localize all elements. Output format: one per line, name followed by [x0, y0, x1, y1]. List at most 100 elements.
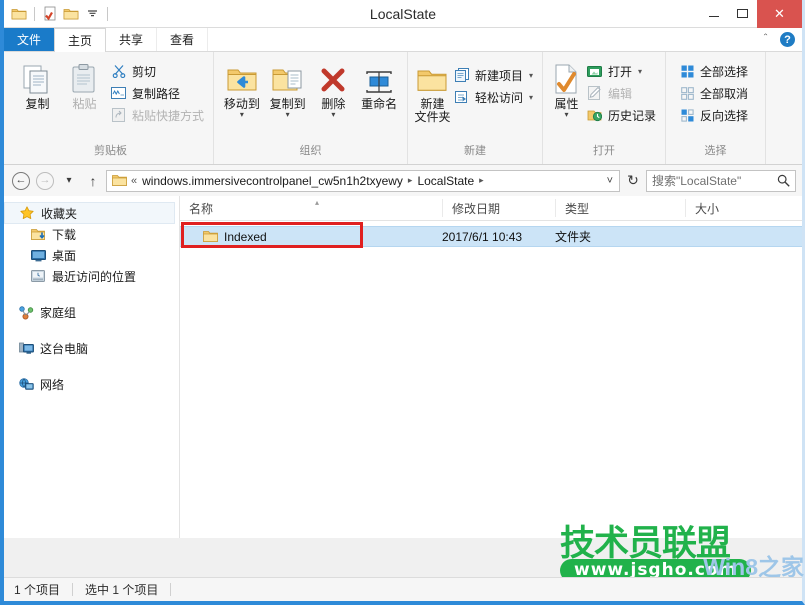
help-icon[interactable]: ?: [780, 32, 795, 47]
file-rows: Indexed 2017/6/1 10:43 文件夹: [180, 221, 802, 538]
refresh-icon: ↻: [627, 172, 639, 188]
tab-view[interactable]: 查看: [157, 28, 209, 51]
chevron-down-icon: ▾: [638, 66, 643, 76]
easy-access-button[interactable]: 轻松访问 ▾: [451, 87, 536, 107]
easy-access-label: 轻松访问: [474, 90, 523, 105]
breadcrumb-separator-icon-2[interactable]: ▸: [479, 175, 484, 186]
status-selected-count: 选中 1 个项目: [85, 583, 159, 597]
search-icon[interactable]: [777, 174, 790, 187]
recent-locations-button[interactable]: ▾: [58, 170, 80, 192]
sidebar-item-homegroup[interactable]: 家庭组: [4, 302, 179, 323]
history-icon: [587, 107, 603, 123]
refresh-button[interactable]: ↻: [622, 170, 644, 192]
sidebar-label-homegroup: 家庭组: [40, 306, 77, 320]
folder-icon[interactable]: [10, 5, 28, 23]
chevron-down-icon: ▾: [528, 70, 533, 80]
explorer-window: LocalState ✕ 文件 主页 共享 查看 ＾ ? 复制 粘贴 剪切 复制…: [0, 0, 805, 605]
column-label-type: 类型: [565, 201, 590, 216]
sidebar-label-favorites: 收藏夹: [41, 206, 78, 221]
history-button[interactable]: 历史记录: [584, 105, 659, 125]
cut-label: 剪切: [131, 64, 156, 79]
clipboard-small-commands: 剪切 复制路径 粘贴快捷方式: [108, 57, 207, 125]
column-header-type[interactable]: 类型: [555, 199, 685, 217]
chevron-down-icon: ▾: [564, 110, 569, 119]
move-to-icon: [225, 61, 259, 95]
sidebar-item-desktop[interactable]: 桌面: [4, 245, 179, 266]
forward-button[interactable]: →: [34, 170, 56, 192]
breadcrumb-separator-icon[interactable]: ▸: [408, 175, 413, 186]
maximize-button[interactable]: [728, 0, 757, 28]
copy-button[interactable]: 复制: [14, 57, 61, 111]
invert-selection-button[interactable]: 反向选择: [676, 105, 751, 125]
breadcrumb-overflow-icon[interactable]: «: [131, 175, 137, 187]
breadcrumb-bar[interactable]: « windows.immersivecontrolpanel_cw5n1h2t…: [106, 169, 620, 192]
new-small-commands: 新建项目 ▾ 轻松访问 ▾: [451, 57, 536, 107]
tab-share[interactable]: 共享: [106, 28, 158, 51]
rename-button[interactable]: 重命名: [357, 57, 401, 111]
open-button[interactable]: 打开 ▾: [584, 61, 659, 81]
column-header-size[interactable]: 大小: [685, 199, 765, 217]
sidebar-item-favorites[interactable]: 收藏夹: [4, 202, 175, 224]
address-dropdown-icon[interactable]: ˅: [607, 175, 613, 187]
delete-button[interactable]: 删除 ▾: [312, 57, 356, 119]
chevron-down-icon: ▾: [285, 110, 290, 119]
tab-home[interactable]: 主页: [54, 28, 107, 52]
breadcrumb-folder-icon: [110, 174, 129, 187]
back-button[interactable]: ←: [10, 170, 32, 192]
sidebar-item-this-pc[interactable]: 这台电脑: [4, 338, 179, 359]
new-item-icon: [454, 67, 470, 83]
close-icon: ✕: [774, 6, 785, 21]
column-label-name: 名称: [189, 201, 214, 216]
cell-modified: 2017/6/1 10:43: [442, 229, 523, 244]
edit-button[interactable]: 编辑: [584, 83, 659, 103]
paste-label: 粘贴: [72, 97, 97, 111]
properties-button[interactable]: 属性 ▾: [549, 57, 584, 119]
file-name: Indexed: [224, 229, 267, 244]
paste-button[interactable]: 粘贴: [61, 57, 108, 111]
search-input[interactable]: 搜索"LocalState": [652, 172, 777, 189]
copy-to-button[interactable]: 复制到 ▾: [266, 57, 310, 119]
new-folder-icon[interactable]: [41, 5, 59, 23]
close-button[interactable]: ✕: [757, 0, 802, 28]
content-area: 收藏夹 下载 桌面 最近访问的位置 家庭组 这台电脑 网络 名称 修改日期 类型…: [4, 196, 802, 538]
status-item-count: 1 个项目: [14, 583, 61, 597]
sort-ascending-icon: ▴: [315, 198, 320, 207]
select-all-button[interactable]: 全部选择: [676, 61, 751, 81]
collapse-ribbon-icon[interactable]: ＾: [760, 32, 771, 48]
ribbon-group-select: 全部选择 全部取消 反向选择 选择: [666, 52, 766, 164]
group-label-clipboard: 剪贴板: [94, 145, 127, 157]
breadcrumb-item-package[interactable]: windows.immersivecontrolpanel_cw5n1h2txy…: [139, 174, 406, 188]
sidebar-item-network[interactable]: 网络: [4, 374, 179, 395]
select-none-button[interactable]: 全部取消: [676, 83, 751, 103]
quick-access-dropdown-icon[interactable]: [83, 5, 101, 23]
paste-shortcut-button[interactable]: 粘贴快捷方式: [108, 105, 207, 125]
tab-file[interactable]: 文件: [4, 28, 55, 51]
downloads-icon: [30, 227, 46, 243]
new-folder-button[interactable]: 新建 文件夹: [414, 57, 451, 124]
folder-properties-icon[interactable]: [62, 5, 80, 23]
sidebar-item-recent-places[interactable]: 最近访问的位置: [4, 266, 179, 287]
navigation-pane: 收藏夹 下载 桌面 最近访问的位置 家庭组 这台电脑 网络: [4, 196, 180, 538]
breadcrumb-item-localstate[interactable]: LocalState: [414, 174, 477, 188]
copy-path-label: 复制路径: [131, 86, 180, 101]
this-pc-icon: [18, 341, 34, 357]
column-label-size: 大小: [695, 201, 720, 216]
easy-access-icon: [454, 89, 470, 105]
column-header-modified[interactable]: 修改日期: [442, 199, 555, 217]
sidebar-item-downloads[interactable]: 下载: [4, 224, 179, 245]
forward-icon: →: [36, 171, 54, 190]
column-header-name[interactable]: 名称: [180, 199, 442, 217]
select-all-label: 全部选择: [700, 64, 749, 79]
new-item-button[interactable]: 新建项目 ▾: [451, 65, 536, 85]
table-row[interactable]: Indexed 2017/6/1 10:43 文件夹: [180, 226, 802, 247]
network-icon: [18, 377, 34, 393]
column-label-modified: 修改日期: [452, 201, 501, 216]
minimize-button[interactable]: [699, 0, 728, 28]
cut-button[interactable]: 剪切: [108, 61, 207, 81]
open-small-commands: 打开 ▾ 编辑 历史记录: [584, 57, 659, 125]
search-box[interactable]: 搜索"LocalState": [646, 169, 796, 192]
move-to-button[interactable]: 移动到 ▾: [220, 57, 264, 119]
desktop-icon: [30, 248, 46, 264]
up-button[interactable]: ↑: [82, 170, 104, 192]
copy-path-button[interactable]: 复制路径: [108, 83, 207, 103]
